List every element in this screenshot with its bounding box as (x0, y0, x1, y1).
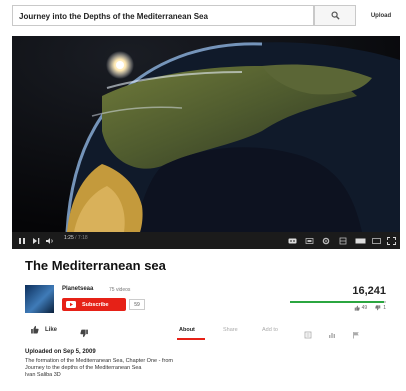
dislike-button[interactable] (80, 325, 89, 343)
fullscreen-icon (387, 237, 396, 245)
next-icon (33, 238, 40, 244)
channel-avatar[interactable] (25, 285, 54, 313)
search-button[interactable] (314, 5, 356, 26)
search-input[interactable] (13, 7, 313, 26)
quality-icon (339, 237, 347, 245)
popout-button[interactable] (372, 236, 381, 246)
subscribe-button[interactable]: Subscribe (62, 298, 126, 311)
description-line: The formation of the Mediterranean Sea, … (25, 358, 173, 364)
volume-button[interactable] (45, 236, 54, 246)
settings-button[interactable] (322, 236, 330, 246)
current-time: 1:25 (64, 235, 74, 241)
description-line: Journey to the depths of the Mediterrane… (25, 365, 142, 371)
dislike-stat: 1 (375, 305, 386, 311)
view-count: 16,241 (352, 285, 386, 297)
duration: 7:18 (77, 235, 88, 241)
transcript-button[interactable] (304, 326, 312, 344)
popout-icon (372, 238, 381, 244)
video-title: The Mediterranean sea (25, 258, 166, 273)
thumbs-down-icon (80, 329, 88, 338)
like-button[interactable]: Like (30, 325, 57, 334)
sentiment-bar (290, 301, 386, 303)
time-display: 1:25 / 7:18 (64, 235, 88, 241)
video-player[interactable]: 1:25 / 7:18 (12, 36, 400, 249)
search-icon (330, 11, 340, 20)
like-label: Like (45, 326, 58, 333)
captions-icon (288, 238, 297, 244)
next-button[interactable] (32, 236, 40, 246)
thumbs-down-icon (375, 305, 381, 311)
tab-about[interactable]: About (179, 327, 195, 333)
volume-icon (46, 238, 53, 244)
flag-icon (353, 332, 359, 339)
like-stats: 49 1 (300, 305, 386, 311)
tab-add-to[interactable]: Add to (262, 327, 278, 333)
subscriber-count: 59 (129, 299, 145, 310)
like-stat: 49 (354, 305, 368, 311)
pause-icon (19, 238, 25, 244)
like-count: 49 (361, 305, 368, 311)
statistics-button[interactable] (328, 326, 336, 344)
search-field[interactable] (12, 5, 314, 26)
tab-about-underline (177, 338, 205, 340)
report-button[interactable] (352, 326, 360, 344)
channel-name[interactable]: Planetseaa (62, 286, 93, 292)
play-pause-button[interactable] (18, 236, 26, 246)
watch-later-button[interactable] (305, 236, 314, 246)
subscribe-label: Subscribe (82, 301, 109, 308)
upload-button[interactable]: Upload (362, 5, 400, 26)
captions-button[interactable] (288, 236, 297, 246)
transcript-icon (304, 331, 312, 339)
thumbs-up-icon (354, 305, 360, 311)
tab-share[interactable]: Share (223, 327, 238, 333)
sentiment-bar-likes (290, 301, 385, 303)
theater-icon (355, 238, 366, 244)
statistics-icon (329, 333, 335, 338)
masthead: Upload (0, 0, 406, 32)
fullscreen-button[interactable] (387, 236, 396, 246)
channel-video-count[interactable]: 75 videos (109, 287, 130, 293)
description-line: Ivan Saliba 3D (25, 372, 61, 378)
upload-date: Uploaded on Sep 5, 2009 (25, 349, 96, 355)
video-frame (12, 36, 400, 232)
watch-later-icon (305, 238, 314, 244)
theater-mode-button[interactable] (355, 236, 366, 246)
settings-icon (322, 237, 330, 245)
video-description: The formation of the Mediterranean Sea, … (25, 358, 255, 379)
youtube-logo-icon (66, 301, 76, 308)
quality-button[interactable] (339, 236, 347, 246)
dislike-count: 1 (383, 305, 386, 311)
thumbs-up-icon (31, 325, 39, 334)
